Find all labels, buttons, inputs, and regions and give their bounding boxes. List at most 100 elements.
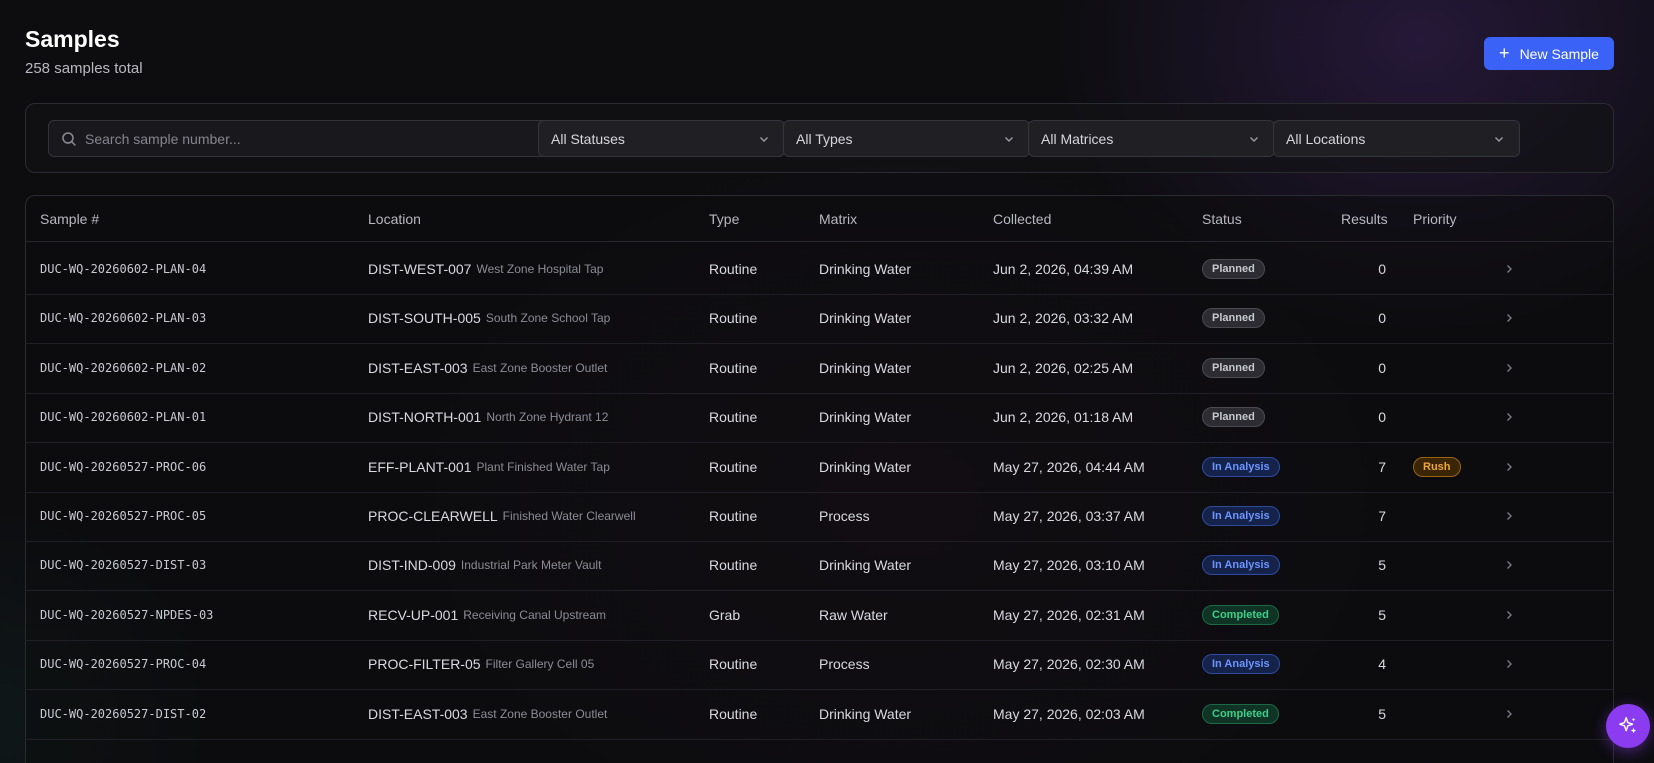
column-matrix[interactable]: Matrix <box>819 196 857 242</box>
sample-number[interactable]: DUC-WQ-20260602-PLAN-03 <box>40 292 206 344</box>
plus-icon: + <box>1499 42 1510 63</box>
location-cell: DIST-IND-009 Industrial Park Meter Vault <box>368 539 601 591</box>
results-count: 7 <box>1378 458 1386 475</box>
page-header: Samples 258 samples total + New Sample <box>25 0 1614 103</box>
sample-number[interactable]: DUC-WQ-20260602-PLAN-04 <box>40 243 206 295</box>
status-badge: In Analysis <box>1202 506 1280 526</box>
column-priority[interactable]: Priority <box>1413 196 1457 242</box>
sample-number[interactable]: DUC-WQ-20260602-PLAN-01 <box>40 391 206 443</box>
results-count: 4 <box>1378 656 1386 673</box>
table-row[interactable]: DUC-WQ-20260602-PLAN-04 DIST-WEST-007 West… <box>26 243 1613 295</box>
location-code: RECV-UP-001 <box>368 606 459 623</box>
column-type[interactable]: Type <box>709 196 739 242</box>
location-code: DIST-SOUTH-005 <box>368 310 481 327</box>
column-status[interactable]: Status <box>1202 196 1242 242</box>
location-cell: PROC-FILTER-05 Filter Gallery Cell 05 <box>368 638 594 690</box>
search-icon <box>62 131 76 146</box>
location-code: EFF-PLANT-001 <box>368 458 472 475</box>
results-count: 0 <box>1378 310 1386 327</box>
sample-number[interactable]: DUC-WQ-20260602-PLAN-02 <box>40 342 206 394</box>
sample-count: 258 samples total <box>25 60 143 77</box>
results-count: 7 <box>1378 508 1386 524</box>
new-sample-button[interactable]: + New Sample <box>1484 37 1614 70</box>
row-open-button[interactable] <box>1503 243 1515 295</box>
row-open-button[interactable] <box>1503 539 1515 591</box>
type-cell: Routine <box>709 705 758 722</box>
sample-number[interactable]: DUC-WQ-20260527-DIST-02 <box>40 688 206 740</box>
samples-page: Samples 258 samples total + New Sample A… <box>25 0 1614 763</box>
table-row[interactable]: DUC-WQ-20260527-PROC-06 EFF-PLANT-001 Plan… <box>26 441 1613 493</box>
location-name: West Zone Hospital Tap <box>476 262 604 276</box>
location-cell: DIST-NORTH-001 North Zone Hydrant 12 <box>368 391 608 443</box>
matrix-filter-select[interactable]: All Matrices <box>1028 120 1275 157</box>
status-filter-value: All Statuses <box>551 130 625 147</box>
row-open-button[interactable] <box>1503 589 1515 641</box>
table-row[interactable]: DUC-WQ-20260527-NPDES-03 RECV-UP-001 Recei… <box>26 589 1613 641</box>
status-filter-select[interactable]: All Statuses <box>538 120 785 157</box>
chevron-right-icon <box>1507 709 1512 718</box>
table-row[interactable]: DUC-WQ-20260527-DIST-03 DIST-IND-009 Indus… <box>26 539 1613 592</box>
table-row[interactable]: DUC-WQ-20260602-PLAN-02 DIST-EAST-003 East… <box>26 342 1613 394</box>
type-filter-select[interactable]: All Types <box>783 120 1030 157</box>
table-row[interactable]: DUC-WQ-20260527-PROC-04 PROC-FILTER-05 Fil… <box>26 638 1613 691</box>
row-open-button[interactable] <box>1503 342 1515 394</box>
chevron-right-icon <box>1507 363 1512 372</box>
status-cell: In Analysis <box>1202 539 1280 591</box>
location-name: Plant Finished Water Tap <box>476 459 610 474</box>
sample-number[interactable]: DUC-WQ-20260527-DIST-03 <box>40 539 206 591</box>
results-count: 0 <box>1378 261 1386 277</box>
location-name: South Zone School Tap <box>485 311 611 326</box>
table-row[interactable]: DUC-WQ-20260527-PROC-05 PROC-CLEARWELL Fin… <box>26 490 1613 542</box>
matrix-cell: Drinking Water <box>819 359 912 376</box>
assistant-fab-button[interactable] <box>1606 704 1650 748</box>
status-badge: Planned <box>1202 357 1265 378</box>
priority-cell: Rush <box>1413 441 1461 493</box>
location-name: East Zone Booster Outlet <box>472 706 608 721</box>
search-input[interactable] <box>85 130 525 147</box>
row-open-button[interactable] <box>1503 391 1515 443</box>
row-open-button[interactable] <box>1503 441 1515 493</box>
row-open-button[interactable] <box>1503 638 1515 690</box>
type-cell: Grab <box>709 606 741 623</box>
column-sample[interactable]: Sample # <box>40 196 99 242</box>
filter-bar: All Statuses All Types All Matrices All … <box>25 103 1614 173</box>
column-results[interactable]: Results <box>1341 196 1388 242</box>
row-open-button[interactable] <box>1503 688 1515 740</box>
status-badge: Completed <box>1202 703 1279 724</box>
table-row[interactable]: DUC-WQ-20260602-PLAN-03 DIST-SOUTH-005 Sou… <box>26 292 1613 345</box>
location-cell: DIST-SOUTH-005 South Zone School Tap <box>368 292 610 344</box>
table-row[interactable]: DUC-WQ-20260602-PLAN-01 DIST-NORTH-001 Nor… <box>26 391 1613 444</box>
collected-cell: Jun 2, 2026, 04:39 AM <box>993 261 1134 277</box>
row-open-button[interactable] <box>1503 490 1515 542</box>
sample-number[interactable]: DUC-WQ-20260527-PROC-05 <box>40 490 206 542</box>
location-code: DIST-EAST-003 <box>368 705 468 722</box>
location-name: Receiving Canal Upstream <box>463 607 606 622</box>
status-cell: Planned <box>1202 391 1265 443</box>
collected-cell: May 27, 2026, 03:10 AM <box>993 557 1145 574</box>
chevron-down-icon <box>1005 136 1013 142</box>
search-box[interactable] <box>48 120 555 157</box>
column-collected[interactable]: Collected <box>993 196 1051 242</box>
location-code: DIST-EAST-003 <box>368 359 468 376</box>
collected-cell: Jun 2, 2026, 02:25 AM <box>993 359 1134 376</box>
matrix-filter-value: All Matrices <box>1041 130 1114 147</box>
sample-number[interactable]: DUC-WQ-20260527-PROC-06 <box>40 441 206 493</box>
location-filter-select[interactable]: All Locations <box>1273 120 1520 157</box>
chevron-right-icon <box>1507 610 1512 619</box>
page-title: Samples <box>25 26 120 52</box>
sample-number[interactable]: DUC-WQ-20260527-PROC-04 <box>40 638 206 690</box>
chevron-right-icon <box>1507 314 1512 323</box>
type-cell: Routine <box>709 409 758 426</box>
matrix-cell: Drinking Water <box>819 409 912 426</box>
column-location[interactable]: Location <box>368 196 421 242</box>
chevron-right-icon <box>1507 462 1512 471</box>
status-badge: Planned <box>1202 308 1265 329</box>
row-open-button[interactable] <box>1503 292 1515 344</box>
chevron-right-icon <box>1507 561 1512 570</box>
location-name: East Zone Booster Outlet <box>472 360 608 375</box>
status-badge: In Analysis <box>1202 555 1280 576</box>
new-sample-label: New Sample <box>1519 45 1599 62</box>
sample-number[interactable]: DUC-WQ-20260527-NPDES-03 <box>40 589 213 641</box>
table-row[interactable]: DUC-WQ-20260527-DIST-02 DIST-EAST-003 East… <box>26 688 1613 740</box>
location-cell: RECV-UP-001 Receiving Canal Upstream <box>368 589 606 641</box>
